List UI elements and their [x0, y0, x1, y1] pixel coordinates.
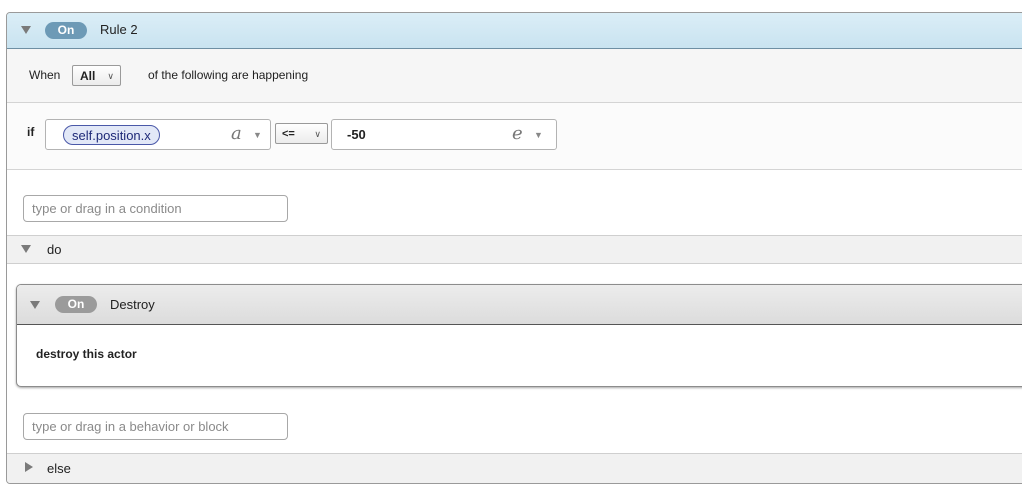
operator-value: <=: [282, 128, 295, 140]
behavior-header: On Destroy: [17, 285, 1022, 325]
collapse-arrow-icon[interactable]: [21, 26, 31, 34]
rule-panel: On Rule 2 When All ∨ of the following ar…: [6, 12, 1022, 484]
condition-input[interactable]: type or drag in a condition: [23, 195, 288, 222]
rule-header: On Rule 2: [7, 13, 1022, 49]
if-keyword: if: [27, 125, 35, 139]
value-field[interactable]: -50 e ▼: [331, 119, 557, 150]
match-select-value: All: [80, 69, 96, 83]
destroy-behavior: On Destroy destroy this actor: [16, 284, 1022, 387]
behavior-input[interactable]: type or drag in a behavior or block: [23, 413, 288, 440]
attribute-type-icon[interactable]: a: [231, 123, 242, 144]
value-text: -50: [347, 127, 366, 142]
operator-select[interactable]: <= ∨: [275, 123, 328, 144]
condition-row: if self.position.x a ▼ <= ∨ -50 e ▼: [7, 103, 1022, 170]
attribute-field[interactable]: self.position.x a ▼: [45, 119, 271, 150]
else-label: else: [47, 461, 71, 476]
do-label: do: [47, 242, 62, 257]
behavior-description: destroy this actor: [36, 347, 137, 361]
dropdown-arrow-icon[interactable]: ▼: [534, 130, 543, 140]
collapse-arrow-icon[interactable]: [21, 245, 31, 253]
when-label: When: [29, 68, 61, 82]
else-section-header: else: [7, 453, 1022, 483]
match-select[interactable]: All ∨: [72, 65, 121, 86]
chevron-down-icon: ∨: [314, 129, 321, 139]
when-suffix: of the following are happening: [148, 68, 309, 82]
attribute-token[interactable]: self.position.x: [63, 125, 160, 145]
behavior-title[interactable]: Destroy: [110, 297, 155, 312]
expand-arrow-icon[interactable]: [25, 462, 33, 472]
rule-on-toggle[interactable]: On: [45, 22, 87, 39]
dropdown-arrow-icon[interactable]: ▼: [253, 130, 262, 140]
rule-title[interactable]: Rule 2: [100, 22, 138, 37]
expression-type-icon[interactable]: e: [512, 123, 523, 144]
do-section-header: do: [7, 235, 1022, 264]
when-row: When All ∨ of the following are happenin…: [7, 49, 1022, 103]
chevron-down-icon: ∨: [107, 71, 114, 81]
collapse-arrow-icon[interactable]: [30, 301, 40, 309]
behavior-on-toggle[interactable]: On: [55, 296, 97, 313]
